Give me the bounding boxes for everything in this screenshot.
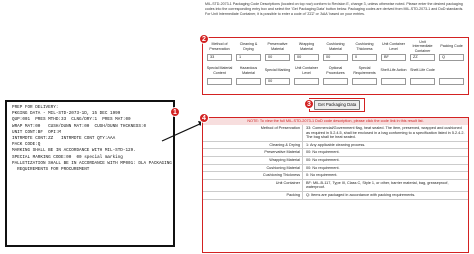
callout-badge-4: 4: [199, 113, 209, 123]
code-label: Unit Intermediate Container: [412, 40, 433, 53]
code-label: Unit Container Level: [382, 42, 405, 51]
results-note: NOTE: To view the full MIL-STD-2073-1 Do…: [203, 118, 468, 125]
code-input[interactable]: 00: [323, 54, 348, 61]
code-input[interactable]: [294, 78, 319, 85]
result-key: Cleaning & Drying: [203, 141, 303, 149]
code-input[interactable]: Q: [439, 54, 464, 61]
code-input[interactable]: ZZ: [410, 54, 435, 61]
code-input[interactable]: BF: [381, 54, 406, 61]
code-label: Packing Code: [440, 44, 463, 49]
code-input[interactable]: 00: [265, 54, 290, 61]
code-input[interactable]: [439, 78, 464, 85]
code-label: Special Marking: [264, 68, 291, 73]
packaging-document: PREP FOR DELIVERY: PKGING DATA - MIL-STD…: [5, 100, 175, 247]
result-value[interactable]: BF: MIL-B-117, Type III, Class C, Style …: [303, 180, 468, 191]
result-value[interactable]: Q: Items are packaged in accordance with…: [303, 192, 468, 199]
get-packaging-data-button[interactable]: Get Packaging Data: [314, 100, 360, 110]
result-value[interactable]: 33: Commercial/Government flag, heat sea…: [303, 125, 468, 141]
result-key: Packing: [203, 191, 303, 199]
code-label: Shelf-Life Code: [410, 68, 435, 73]
code-label: Cleaning & Drying: [239, 42, 258, 51]
code-label: [437, 64, 466, 77]
result-row: Cushioning Thickness 0: No requirement.: [203, 172, 468, 180]
code-input[interactable]: [323, 78, 348, 85]
result-value[interactable]: 00: No requirement.: [303, 165, 468, 172]
result-key: Cushioning Material: [203, 164, 303, 172]
code-label: Special Requirements: [353, 66, 376, 75]
result-value[interactable]: 0: No requirement.: [303, 172, 468, 179]
code-input[interactable]: [352, 78, 377, 85]
result-key: Preservative Material: [203, 149, 303, 156]
form-intro-text: MIL-STD-2073-1 Packaging Code Descriptio…: [205, 2, 464, 16]
code-entry-grid: Method of Preservation Cleaning & Drying…: [202, 37, 469, 95]
result-key: Wrapping Material: [203, 156, 303, 164]
code-input[interactable]: [410, 78, 435, 85]
code-input[interactable]: 00: [265, 78, 290, 85]
code-label: Hazardous Material: [239, 66, 258, 75]
result-row: Unit Container BF: MIL-B-117, Type III, …: [203, 179, 468, 192]
packaging-code-form: MIL-STD-2073-1 Packaging Code Descriptio…: [199, 0, 471, 254]
callout-badge-2: 2: [199, 34, 209, 44]
code-label: Cushioning Thickness: [355, 42, 374, 51]
code-input[interactable]: 33: [207, 54, 232, 61]
code-input[interactable]: 1: [236, 54, 261, 61]
result-row: Preservative Material 00: No requirement…: [203, 149, 468, 157]
result-value[interactable]: 1: Any applicable cleaning process.: [303, 142, 468, 149]
result-row: Cushioning Material 00: No requirement.: [203, 164, 468, 173]
code-input[interactable]: 00: [294, 54, 319, 61]
code-label: Special Material Content: [206, 66, 233, 75]
result-key: Method of Preservation: [203, 125, 303, 141]
doc-line: REQUIREMENTS FOR PROCUREMENT: [12, 167, 90, 173]
callout-badge-3: 3: [304, 99, 314, 109]
result-row: Packing Q: Items are packaged in accorda…: [203, 191, 468, 200]
result-key: Unit Container: [203, 179, 303, 191]
doc-line: WRAP MAT:00 CUSH/DUNN MAT:00 CUSH/DUNN T…: [12, 123, 147, 129]
code-label: Wrapping Material: [298, 42, 315, 51]
packaging-results: NOTE: To view the full MIL-STD-2073-1 Do…: [202, 117, 469, 253]
result-row: Wrapping Material 00: No requirement.: [203, 156, 468, 165]
code-input[interactable]: [236, 78, 261, 85]
result-row: Method of Preservation 33: Commercial/Go…: [203, 125, 468, 142]
result-value[interactable]: 00: No requirement.: [303, 149, 468, 156]
code-input[interactable]: [207, 78, 232, 85]
code-label: Method of Preservation: [209, 42, 230, 51]
result-value[interactable]: 00: No requirement.: [303, 157, 468, 164]
code-input[interactable]: 0: [352, 54, 377, 61]
code-label: Shelf-Life Action: [380, 68, 407, 73]
code-label: Cushioning Material: [326, 42, 345, 51]
code-input[interactable]: [381, 78, 406, 85]
code-label: Unit Container Level: [295, 66, 318, 75]
code-label: Preservative Material: [267, 42, 288, 51]
code-label: Optional Procedures: [326, 66, 345, 75]
result-row: Cleaning & Drying 1: Any applicable clea…: [203, 141, 468, 150]
result-key: Cushioning Thickness: [203, 172, 303, 179]
